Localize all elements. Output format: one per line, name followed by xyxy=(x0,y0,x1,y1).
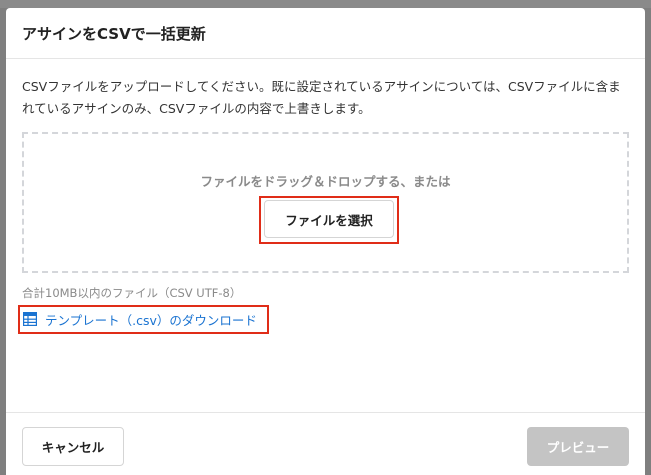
template-link-label: テンプレート（.csv）のダウンロード xyxy=(45,312,257,328)
csv-bulk-update-dialog: アサインをCSVで一括更新 CSVファイルをアップロードしてください。既に設定さ… xyxy=(6,8,645,475)
dialog-footer: キャンセル プレビュー xyxy=(6,412,645,475)
select-file-button[interactable]: ファイルを選択 xyxy=(264,200,394,238)
dialog-title: アサインをCSVで一括更新 xyxy=(22,25,206,43)
spreadsheet-icon xyxy=(22,311,38,327)
backdrop xyxy=(0,0,651,8)
file-dropzone[interactable]: ファイルをドラッグ＆ドロップする、または ファイルを選択 xyxy=(22,132,629,273)
cancel-button[interactable]: キャンセル xyxy=(22,427,124,466)
template-download-link[interactable]: テンプレート（.csv）のダウンロード xyxy=(22,309,257,329)
dialog-description: CSVファイルをアップロードしてください。既に設定されているアサインについては、… xyxy=(22,79,621,116)
file-limit-note: 合計10MB以内のファイル（CSV UTF-8） xyxy=(22,286,242,300)
dialog-header: アサインをCSVで一括更新 xyxy=(6,8,645,59)
preview-button[interactable]: プレビュー xyxy=(527,427,629,466)
drop-hint: ファイルをドラッグ＆ドロップする、または xyxy=(200,174,451,189)
